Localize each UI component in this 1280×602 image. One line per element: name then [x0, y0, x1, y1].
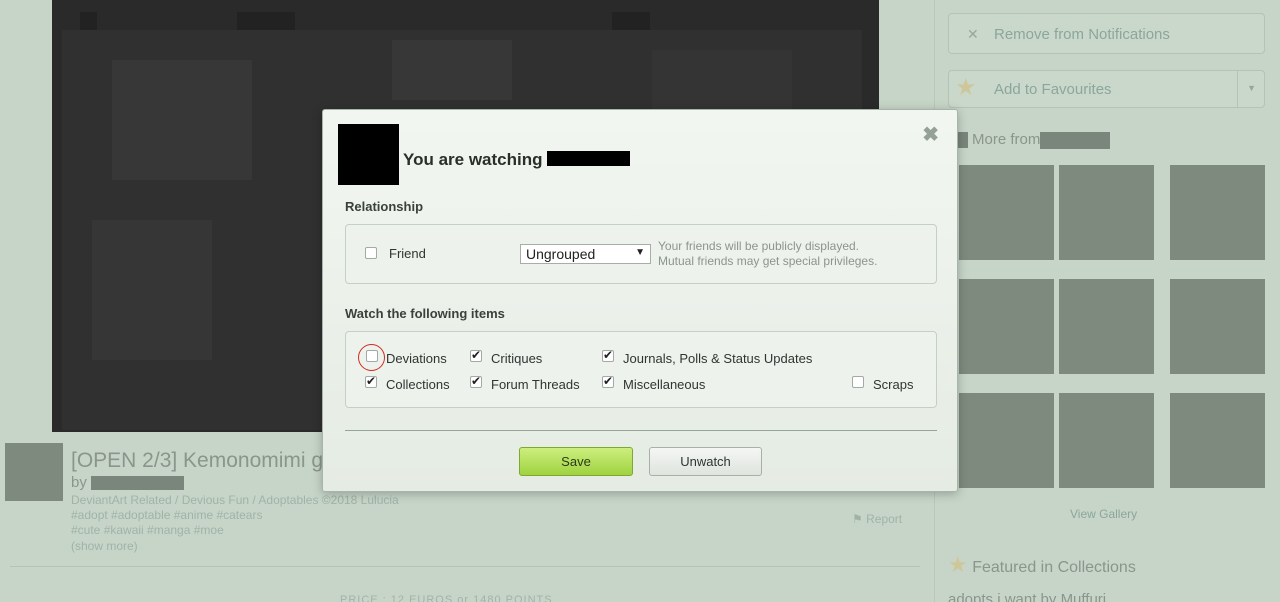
deviations-checkbox[interactable]	[366, 350, 378, 362]
chevron-down-icon[interactable]: ▼	[1247, 83, 1256, 93]
friend-hint: Your friends will be publicly displayed.…	[658, 239, 878, 268]
gallery-thumbnail[interactable]	[959, 279, 1054, 374]
gallery-thumbnail[interactable]	[1170, 165, 1265, 260]
close-icon: ✕	[967, 26, 979, 42]
category-breadcrumb[interactable]: DeviantArt Related / Devious Fun / Adopt…	[71, 493, 399, 507]
show-more-link[interactable]: (show more)	[71, 539, 138, 553]
divider	[345, 430, 937, 431]
relationship-heading: Relationship	[345, 199, 424, 214]
critiques-label: Critiques	[491, 351, 543, 366]
gallery-thumbnail[interactable]	[959, 165, 1054, 260]
watch-dialog: You are watching ✖ Relationship Friend U…	[322, 109, 958, 492]
star-icon: ★	[948, 552, 968, 577]
critiques-checkbox[interactable]	[470, 348, 482, 362]
scraps-checkbox[interactable]	[852, 376, 864, 388]
forum-threads-checkbox[interactable]	[470, 374, 482, 388]
deviation-title: [OPEN 2/3] Kemonomimi g	[71, 449, 324, 472]
featured-heading: ★ Featured in Collections	[948, 552, 1136, 577]
redacted-username	[90, 476, 184, 491]
flag-icon: ⚑	[852, 512, 863, 526]
avatar[interactable]	[5, 443, 63, 501]
collection-link[interactable]: adopts i want by Muffuri	[948, 591, 1106, 602]
close-icon[interactable]: ✖	[922, 125, 939, 145]
miscellaneous-checkbox[interactable]	[602, 374, 614, 388]
journals-checkbox[interactable]	[602, 348, 614, 362]
relationship-box: Friend Ungrouped ▼ Your friends will be …	[345, 224, 937, 284]
view-gallery-link[interactable]: View Gallery	[1070, 507, 1137, 521]
gallery-thumbnail[interactable]	[1059, 165, 1154, 260]
tags-line[interactable]: #adopt #adoptable #anime #catears	[71, 508, 262, 522]
price-text: PRICE : 12 EUROS or 1480 POINTS	[340, 594, 553, 602]
add-favourites-button[interactable]: ★ Add to Favourites ▼	[948, 70, 1265, 108]
divider	[10, 566, 920, 567]
watch-items-heading: Watch the following items	[345, 306, 505, 321]
friend-checkbox[interactable]	[365, 247, 377, 259]
star-icon: ★	[955, 74, 977, 101]
watch-items-box: Deviations Critiques Journals, Polls & S…	[345, 331, 937, 408]
friend-label: Friend	[389, 246, 426, 261]
more-from-heading: More from	[950, 131, 1111, 149]
forum-threads-label: Forum Threads	[491, 377, 580, 392]
group-select[interactable]: Ungrouped ▼	[520, 244, 651, 264]
author-line: by	[71, 474, 184, 491]
save-button[interactable]: Save	[519, 447, 633, 476]
unwatch-button[interactable]: Unwatch	[649, 447, 762, 476]
collections-label: Collections	[386, 377, 450, 392]
collections-checkbox[interactable]	[365, 374, 377, 388]
gallery-thumbnail[interactable]	[1059, 393, 1154, 488]
dialog-title: You are watching	[403, 150, 630, 170]
miscellaneous-label: Miscellaneous	[623, 377, 706, 392]
scraps-label: Scraps	[873, 377, 914, 392]
redacted-username	[1040, 131, 1111, 149]
gallery-thumbnail[interactable]	[1059, 279, 1154, 374]
journals-label: Journals, Polls & Status Updates	[623, 351, 813, 366]
deviations-label: Deviations	[386, 351, 447, 366]
remove-notifications-button[interactable]: ✕ Remove from Notifications	[948, 13, 1265, 54]
report-link[interactable]: ⚑ Report	[852, 512, 902, 526]
redacted-username	[546, 151, 630, 166]
avatar	[338, 124, 399, 185]
chevron-down-icon: ▼	[635, 247, 645, 258]
tags-line[interactable]: #cute #kawaii #manga #moe	[71, 523, 224, 537]
gallery-thumbnail[interactable]	[1170, 393, 1265, 488]
gallery-thumbnail[interactable]	[959, 393, 1054, 488]
gallery-thumbnail[interactable]	[1170, 279, 1265, 374]
